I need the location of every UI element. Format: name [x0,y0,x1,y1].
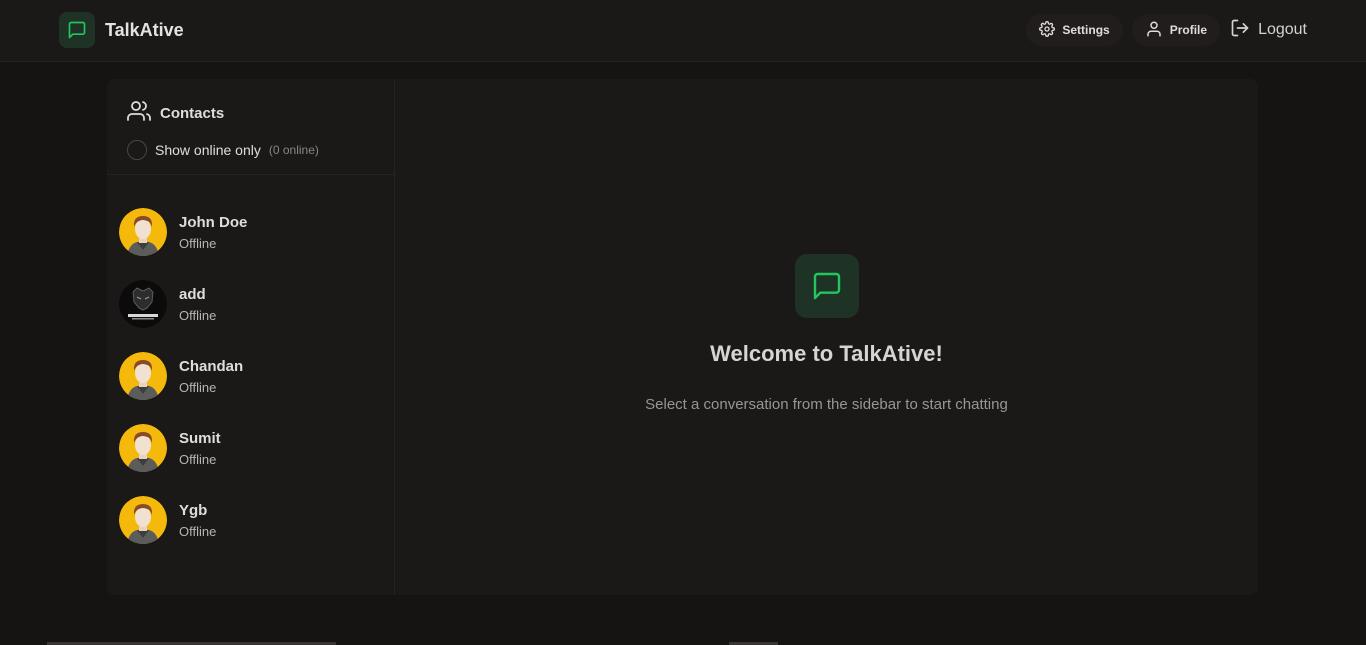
top-navbar: TalkAtive Settings Profile Logout [0,0,1366,62]
contact-status: Offline [179,235,217,251]
contacts-sidebar: Contacts Show online only (0 online) Joh… [107,79,395,595]
contact-list: John Doe Offline add Offline Chandan Off… [107,175,394,558]
profile-button[interactable]: Profile [1131,14,1221,46]
contact-item[interactable]: Chandan Offline [107,342,394,414]
contact-status: Offline [179,307,217,323]
contacts-heading: Contacts [127,99,394,128]
avatar [119,208,167,256]
avatar [119,280,167,328]
settings-button[interactable]: Settings [1026,14,1123,46]
show-online-label: Show online only [155,142,261,158]
contact-name: add [179,285,206,303]
logout-label: Logout [1258,21,1307,38]
welcome-subtitle: Select a conversation from the sidebar t… [645,396,1008,413]
profile-label: Profile [1169,23,1208,37]
contacts-title: Contacts [160,105,225,122]
settings-label: Settings [1062,23,1110,37]
brand-logo-link[interactable]: TalkAtive [59,12,184,48]
contact-item[interactable]: John Doe Offline [107,198,394,270]
logout-button[interactable]: Logout [1230,18,1307,43]
logout-icon [1230,18,1250,43]
contact-item[interactable]: add Offline [107,270,394,342]
contact-name: Chandan [179,357,244,375]
chat-bubble-icon [794,254,859,318]
contact-status: Offline [179,523,217,539]
contact-name: Sumit [179,429,221,447]
contact-item[interactable]: Ygb Offline [107,486,394,558]
avatar [119,424,167,472]
chat-bubble-icon [59,12,95,48]
chat-panel: Contacts Show online only (0 online) Joh… [107,79,1258,595]
sidebar-header: Contacts Show online only (0 online) [107,79,394,175]
welcome-screen: Welcome to TalkAtive! Select a conversat… [395,79,1258,595]
user-icon [1145,20,1163,41]
contact-status: Offline [179,451,217,467]
online-filter[interactable]: Show online only (0 online) [127,140,394,160]
contact-status: Offline [179,379,217,395]
app-name: TalkAtive [105,19,184,40]
contact-item[interactable]: Sumit Offline [107,414,394,486]
avatar [119,352,167,400]
show-online-checkbox[interactable] [127,140,147,160]
avatar [119,496,167,544]
contact-name: John Doe [179,213,248,231]
online-count: (0 online) [268,143,319,157]
nav-actions: Settings Profile Logout [1026,14,1307,46]
contact-name: Ygb [179,501,208,519]
users-icon [127,99,151,128]
gear-icon [1039,20,1056,40]
welcome-title: Welcome to TalkAtive! [710,341,943,366]
